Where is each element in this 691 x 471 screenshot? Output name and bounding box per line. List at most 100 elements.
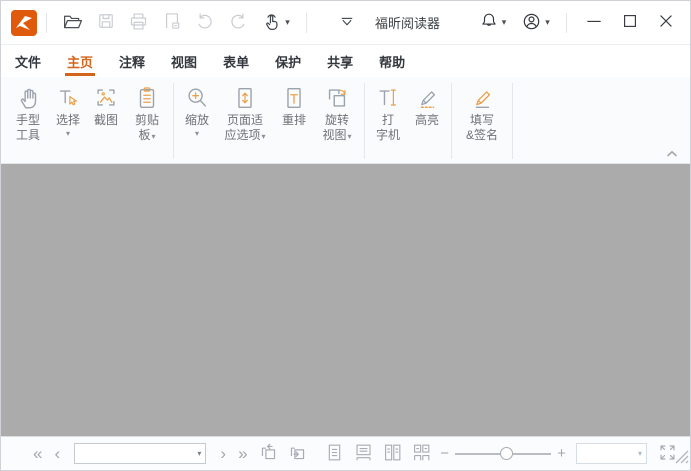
folder-open-icon <box>62 11 83 35</box>
collapse-ribbon-button[interactable] <box>664 147 680 159</box>
notifications-button[interactable]: ▾ <box>473 8 513 38</box>
open-file-button[interactable] <box>58 8 88 38</box>
maximize-button[interactable] <box>612 6 648 40</box>
continuous-facing-icon <box>412 443 431 465</box>
first-page-icon: « <box>33 444 42 463</box>
user-icon <box>521 11 542 35</box>
menu-item-help[interactable]: 帮助 <box>377 46 407 77</box>
dropdown-arrow-icon: ▾ <box>66 128 70 140</box>
fit-page-options-button[interactable]: 页面适 应选项▾ <box>217 81 273 161</box>
chevron-down-icon <box>338 12 356 33</box>
dropdown-arrow-icon: ▾ <box>638 449 642 458</box>
touch-mode-button[interactable]: ▾ <box>256 8 296 38</box>
continuous-view-button[interactable] <box>349 443 378 465</box>
minimize-button[interactable] <box>576 6 612 40</box>
select-tool-button[interactable]: 选择 ▾ <box>50 81 86 161</box>
menu-item-protect[interactable]: 保护 <box>273 46 303 77</box>
collapse-toolbar-button[interactable] <box>332 8 362 38</box>
chevron-down-icon: ▾ <box>545 17 550 28</box>
titlebar: ▾ 福昕阅读器 ▾ <box>1 1 690 45</box>
touch-hand-icon <box>261 11 282 35</box>
next-page-button[interactable]: › <box>214 445 232 462</box>
resize-grip[interactable] <box>671 446 689 469</box>
first-page-button[interactable]: « <box>27 445 48 462</box>
zoom-level-combobox[interactable]: ▾ <box>576 443 647 464</box>
export-page-icon <box>162 11 182 34</box>
maximize-icon <box>620 11 640 34</box>
close-button[interactable] <box>648 6 684 40</box>
document-area <box>1 164 690 436</box>
rotate-view-button[interactable]: 旋转 视图▾ <box>315 81 359 161</box>
menu-item-comment[interactable]: 注释 <box>117 46 147 77</box>
bell-icon <box>479 11 499 34</box>
next-page-icon: › <box>220 444 226 463</box>
select-text-icon <box>55 83 81 113</box>
zoom-out-button[interactable]: − <box>436 446 453 461</box>
chevron-down-icon: ▾ <box>502 17 507 28</box>
continuous-facing-view-button[interactable] <box>407 443 436 465</box>
previous-page-button[interactable]: ‹ <box>48 445 66 462</box>
separator <box>306 13 307 33</box>
group-separator <box>451 83 452 159</box>
app-window: ▾ 福昕阅读器 ▾ <box>0 0 691 471</box>
highlighter-icon <box>414 83 440 113</box>
highlight-button[interactable]: 高亮 <box>408 81 446 161</box>
foxit-logo-icon <box>11 10 37 36</box>
continuous-pages-icon <box>354 443 373 465</box>
facing-pages-icon <box>383 443 402 465</box>
separator <box>566 13 567 33</box>
clipboard-button[interactable]: 剪贴 板▾ <box>126 81 168 161</box>
previous-view-button[interactable] <box>254 443 283 465</box>
dropdown-arrow-icon: ▾ <box>195 128 199 140</box>
last-page-icon: » <box>238 444 247 463</box>
save-button[interactable] <box>91 8 121 38</box>
next-view-icon <box>288 443 307 465</box>
typewriter-button[interactable]: 打 字机 <box>370 81 406 161</box>
chevron-up-icon <box>666 146 678 161</box>
page-number-combobox[interactable]: ▾ <box>74 443 206 464</box>
zoom-slider-thumb[interactable] <box>500 447 513 460</box>
last-page-button[interactable]: » <box>232 445 253 462</box>
undo-icon <box>195 11 215 34</box>
group-separator <box>364 83 365 159</box>
menu-item-form[interactable]: 表单 <box>221 46 251 77</box>
redo-button[interactable] <box>223 8 253 38</box>
separator <box>46 13 47 33</box>
facing-view-button[interactable] <box>378 443 407 465</box>
reflow-button[interactable]: 重排 <box>275 81 313 161</box>
fill-sign-pencil-icon <box>469 83 495 113</box>
menu-item-home[interactable]: 主页 <box>65 46 95 77</box>
hand-icon <box>15 83 41 113</box>
print-button[interactable] <box>124 8 154 38</box>
snapshot-button[interactable]: 截图 <box>88 81 124 161</box>
dropdown-arrow-icon: ▾ <box>152 132 156 141</box>
group-separator <box>173 83 174 159</box>
hand-tool-button[interactable]: 手型 工具 <box>8 81 48 161</box>
menu-item-file[interactable]: 文件 <box>13 46 43 77</box>
menu-item-share[interactable]: 共享 <box>325 46 355 77</box>
undo-button[interactable] <box>190 8 220 38</box>
dropdown-arrow-icon: ▾ <box>197 449 201 458</box>
zoom-magnifier-icon <box>184 83 210 113</box>
export-button[interactable] <box>157 8 187 38</box>
menu-bar: 文件 主页 注释 视图 表单 保护 共享 帮助 <box>1 45 690 77</box>
single-page-icon <box>325 443 344 465</box>
fit-page-icon <box>232 83 258 113</box>
fill-sign-button[interactable]: 填写 &签名 <box>457 81 507 161</box>
group-separator <box>512 83 513 159</box>
minimize-icon <box>584 11 604 34</box>
menu-item-view[interactable]: 视图 <box>169 46 199 77</box>
print-icon <box>128 11 149 35</box>
window-title: 福昕阅读器 <box>375 13 440 32</box>
save-icon <box>96 11 116 34</box>
account-button[interactable]: ▾ <box>516 8 556 38</box>
next-view-button[interactable] <box>283 443 312 465</box>
single-page-view-button[interactable] <box>320 443 349 465</box>
dropdown-arrow-icon: ▾ <box>262 132 266 141</box>
snapshot-icon <box>93 83 119 113</box>
typewriter-icon <box>375 83 401 113</box>
zoom-in-button[interactable]: + <box>553 446 570 461</box>
zoom-slider[interactable] <box>455 446 551 462</box>
rotate-view-icon <box>324 83 350 113</box>
zoom-button[interactable]: 缩放 ▾ <box>179 81 215 161</box>
